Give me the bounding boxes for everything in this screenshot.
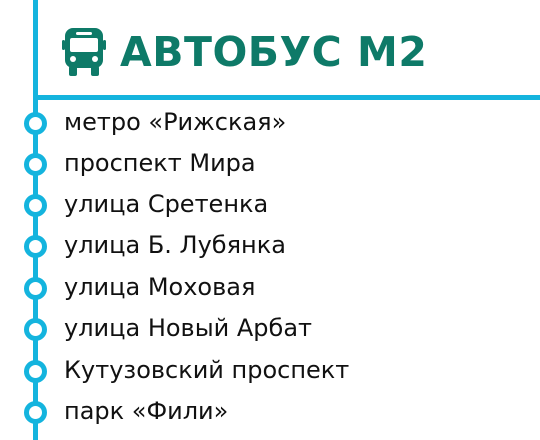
stop-marker-icon xyxy=(24,318,47,341)
stop-item: Кутузовский проспект xyxy=(0,350,540,390)
stop-label: парк «Фили» xyxy=(64,397,229,425)
stop-marker-icon xyxy=(24,277,47,300)
route-header: АВТОБУС М2 xyxy=(62,24,427,80)
stop-item: метро «Рижская» xyxy=(0,102,540,142)
header-divider-line xyxy=(33,95,540,100)
stop-marker-icon xyxy=(24,112,47,135)
stop-item: улица Сретенка xyxy=(0,184,540,224)
route-title: АВТОБУС М2 xyxy=(120,27,428,76)
stop-marker-icon xyxy=(24,194,47,217)
stop-marker-icon xyxy=(24,235,47,258)
stop-label: улица Моховая xyxy=(64,273,256,301)
stop-label: проспект Мира xyxy=(64,149,256,177)
stop-label: Кутузовский проспект xyxy=(64,356,350,384)
stop-item: парк «Фили» xyxy=(0,391,540,431)
stop-marker-icon xyxy=(24,401,47,424)
bus-icon xyxy=(62,28,106,76)
stop-label: улица Сретенка xyxy=(64,190,269,218)
stop-label: улица Новый Арбат xyxy=(64,314,313,342)
stop-item: улица Б. Лубянка xyxy=(0,225,540,265)
stop-item: проспект Мира xyxy=(0,143,540,183)
stop-marker-icon xyxy=(24,360,47,383)
stop-item: улица Новый Арбат xyxy=(0,308,540,348)
stop-marker-icon xyxy=(24,153,47,176)
stop-item: улица Моховая xyxy=(0,267,540,307)
stop-label: улица Б. Лубянка xyxy=(64,231,286,259)
stop-label: метро «Рижская» xyxy=(64,108,287,136)
